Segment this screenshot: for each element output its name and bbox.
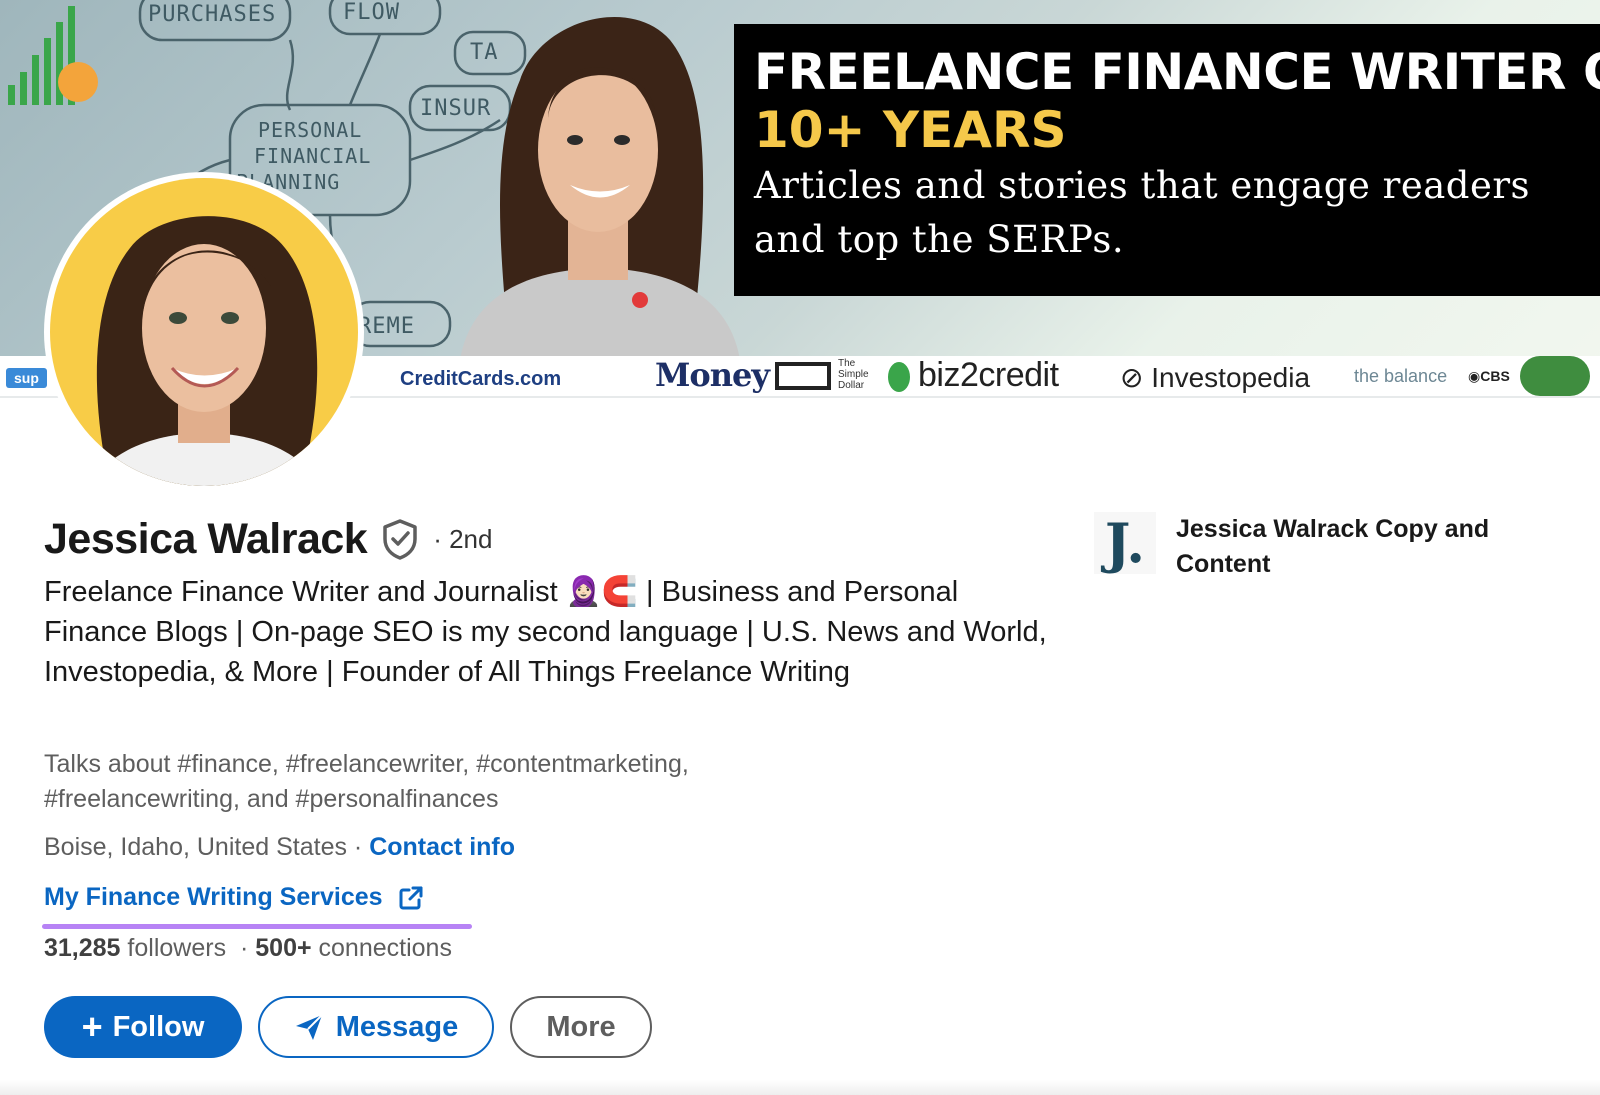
logo-the-balance: the balance <box>1354 366 1448 386</box>
banner-tagline-line-2: and top the SERPs. <box>754 217 1125 261</box>
followers-label[interactable]: followers <box>127 934 226 962</box>
logo-sup: sup <box>6 368 47 388</box>
connections-label[interactable]: connections <box>319 934 452 962</box>
logo-investopedia: ⊘ Investopedia <box>1120 362 1311 393</box>
logo-simple-dollar-mark <box>775 362 831 390</box>
logo-investopedia-text: Investopedia <box>1151 362 1311 393</box>
website-link[interactable]: My Finance Writing Services <box>44 883 425 912</box>
avatar-portrait <box>90 216 320 486</box>
send-icon <box>295 1014 323 1040</box>
contact-info-link[interactable]: Contact info <box>369 833 515 861</box>
message-button[interactable]: Message <box>258 996 494 1058</box>
profile-headline: Freelance Finance Writer and Journalist … <box>44 576 1047 688</box>
logo-simple-dollar-line: Simple <box>838 369 869 380</box>
logo-money: Money <box>655 356 770 394</box>
website-link-label: My Finance Writing Services <box>44 883 383 911</box>
logo-creditcards: CreditCards.com <box>400 368 562 390</box>
current-company[interactable]: J. Jessica Walrack Copy and Content <box>1094 511 1556 582</box>
sketch-word: PURCHASES <box>148 2 277 27</box>
sketch-word: FINANCIAL <box>254 144 372 168</box>
logo-simple-dollar-line: Dollar <box>838 380 865 391</box>
verified-shield-icon[interactable] <box>381 518 419 560</box>
logo-simple-dollar: The Simple Dollar <box>838 358 869 391</box>
counts-separator: · <box>239 934 249 962</box>
company-logo: J. <box>1094 511 1156 575</box>
sketch-word: REME <box>358 314 415 339</box>
follow-button-label: Follow <box>112 1010 205 1043</box>
sketch-word: FLOW <box>343 0 400 25</box>
logo-cbs: ◉CBS <box>1468 368 1510 384</box>
message-button-label: Message <box>335 1010 459 1043</box>
connections-count: 500+ <box>255 934 312 962</box>
profile-location: Boise, Idaho, United States · <box>44 833 363 861</box>
more-button-label: More <box>546 1010 616 1043</box>
followers-count: 31,285 <box>44 934 121 962</box>
banner-headline-box: FREELANCE FINANCE WRITER OF 10+ YEARS Ar… <box>734 24 1600 296</box>
highlight-underline <box>42 924 472 929</box>
sketch-word: PERSONAL <box>258 118 363 142</box>
talks-about: Talks about #finance, #freelancewriter, … <box>44 750 689 813</box>
banner-years: 10+ YEARS <box>754 100 1067 159</box>
banner-tagline-line-1: Articles and stories that engage readers <box>754 164 1531 207</box>
more-button[interactable]: More <box>510 996 652 1058</box>
banner-headline: FREELANCE FINANCE WRITER OF <box>754 43 1600 101</box>
logo-biz2credit: biz2credit <box>918 356 1059 394</box>
company-name: Jessica Walrack Copy and Content <box>1176 515 1490 578</box>
name-row: Jessica Walrack · 2nd <box>44 514 492 564</box>
plus-icon: + <box>81 1006 103 1047</box>
follow-button[interactable]: + Follow <box>44 996 242 1058</box>
profile-name: Jessica Walrack <box>44 514 368 563</box>
banner-photo <box>460 17 740 360</box>
profile-avatar[interactable] <box>44 172 364 492</box>
logo-simple-dollar-line: The <box>838 358 856 369</box>
logo-cbs-text: CBS <box>1480 368 1510 384</box>
avatar-photo <box>50 178 358 486</box>
location-row: Boise, Idaho, United States · Contact in… <box>44 833 515 862</box>
logo-biz2credit-mark <box>888 362 910 392</box>
external-link-icon <box>399 886 423 909</box>
connection-degree: · 2nd <box>433 523 493 554</box>
logo-moneywise-mark <box>1520 356 1590 396</box>
network-counts: 31,285 followers · 500+ connections <box>44 934 452 963</box>
page-bottom-edge <box>0 1080 1600 1095</box>
